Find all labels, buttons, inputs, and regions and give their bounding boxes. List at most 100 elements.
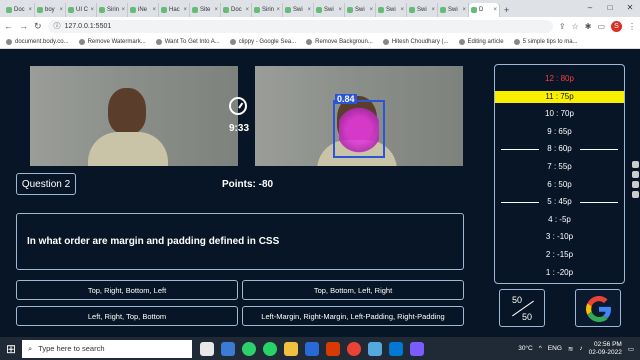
back-icon[interactable]: ← [4,21,13,31]
settings-icon[interactable] [631,191,639,198]
close-icon[interactable]: ✕ [620,0,640,17]
question-box: In what order are margin and padding def… [16,213,464,270]
option-c-button[interactable]: Left, Right, Top, Bottom [16,306,238,326]
google-lifeline-button[interactable] [575,289,621,327]
whatsapp-icon[interactable] [263,341,277,356]
star-icon[interactable]: ☆ [572,22,579,31]
browser-tab[interactable]: Doc × [221,3,252,17]
tab-close-icon[interactable]: × [152,7,156,13]
tab-close-icon[interactable]: × [28,7,32,13]
bookmark-item[interactable]: clippy - Google Sea... [229,38,297,45]
extensions-icon[interactable]: ✱ [585,22,592,31]
share-icon[interactable]: ⇪ [559,22,566,31]
bookmark-label: clippy - Google Sea... [238,38,297,45]
fifty-fifty-lifeline-button[interactable]: 50 50 [499,289,545,327]
bookmark-item[interactable]: Remove Watermark... [78,38,146,45]
taskbar-search-input[interactable]: ⌕ Type here to search [22,339,192,358]
browser-tab[interactable]: Sirin × [252,3,283,17]
menu-icon[interactable]: ⋮ [628,22,636,31]
browser-tab[interactable]: Hac × [159,3,190,17]
minimize-icon[interactable]: – [580,0,600,17]
tab-close-icon[interactable]: × [90,7,94,13]
tab-close-icon[interactable]: × [214,7,218,13]
option-a-button[interactable]: Top, Right, Bottom, Left [16,280,238,300]
option-b-button[interactable]: Top, Bottom, Left, Right [242,280,464,300]
tab-close-icon[interactable]: × [183,7,187,13]
maximize-icon[interactable]: □ [600,0,620,17]
forward-icon[interactable]: → [19,21,28,31]
tab-label: Swi [448,7,458,13]
tab-favicon-icon [347,7,353,13]
bookmark-item[interactable]: Remove Backgroun... [306,38,373,45]
bookmark-item[interactable]: Want To Get Into A... [155,38,220,45]
browser-tab[interactable]: Swi × [345,3,376,17]
option-d-button[interactable]: Left-Margin, Right-Margin, Left-Padding,… [242,306,464,326]
tab-favicon-icon [99,7,105,13]
wifi-icon[interactable]: ≋ [568,345,573,353]
bookmark-item[interactable]: document.body.co... [6,38,69,45]
tab-close-icon[interactable]: × [59,7,63,13]
profile-avatar[interactable]: S [611,20,622,32]
browser-tab[interactable]: Sirin × [97,3,128,17]
camera-app-icon[interactable] [200,341,214,356]
camera-icon[interactable] [631,171,639,178]
address-input[interactable]: ⓘ 127.0.0.1:5501 [47,19,553,33]
browser-tab[interactable]: Swi × [438,3,469,17]
clock[interactable]: 02:56 PM 02-09-2022 [589,341,622,357]
office-icon[interactable] [326,341,340,356]
app-icon[interactable] [368,341,382,356]
store-icon[interactable] [305,341,319,356]
bookmark-item[interactable]: Editing article [458,38,504,45]
print-icon[interactable] [631,181,639,188]
url-text: 127.0.0.1:5501 [64,22,112,30]
tab-close-icon[interactable]: × [307,7,311,13]
app-icon[interactable] [410,341,424,356]
tab-close-icon[interactable]: × [338,7,342,13]
browser-tab[interactable]: Site × [190,3,221,17]
tab-close-icon[interactable]: × [462,7,466,13]
tab-favicon-icon [254,7,260,13]
windows-taskbar: ⊞ ⌕ Type here to search 30°C ^ ENG ≋ ♪ 0… [0,337,640,360]
browser-tab[interactable]: D × [469,3,500,17]
task-view-icon[interactable] [221,341,235,356]
file-explorer-icon[interactable] [284,341,298,356]
chrome-icon[interactable] [347,341,361,356]
prize-rung: 3 : -10p [545,232,574,242]
browser-tab[interactable]: Swi × [407,3,438,17]
language: ENG [547,345,562,352]
windows-start-icon[interactable]: ⊞ [0,342,22,356]
camera-icon[interactable] [631,161,639,168]
volume-icon[interactable]: ♪ [579,345,582,352]
bookmark-label: Hitesh Choudhary (... [391,38,449,45]
tab-label: Swi [355,7,365,13]
search-icon: ⌕ [28,343,33,353]
tab-favicon-icon [440,7,446,13]
tab-close-icon[interactable]: × [276,7,280,13]
tab-close-icon[interactable]: × [493,7,497,13]
tab-close-icon[interactable]: × [400,7,404,13]
browser-tab[interactable]: Swi × [283,3,314,17]
tray-arrow-icon[interactable]: ^ [539,345,542,352]
reload-icon[interactable]: ↻ [34,21,42,32]
browser-tab[interactable]: boy × [35,3,66,17]
bookmark-item[interactable]: 5 simple tips to ma... [513,38,578,45]
tab-label: boy [45,7,55,13]
new-tab-icon[interactable]: + [504,3,509,17]
browser-tab[interactable]: Swi × [314,3,345,17]
browser-tab[interactable]: UI C × [66,3,97,17]
bookmark-item[interactable]: Hitesh Choudhary (... [382,38,449,45]
tab-close-icon[interactable]: × [121,7,125,13]
tab-close-icon[interactable]: × [245,7,249,13]
tab-close-icon[interactable]: × [369,7,373,13]
tab-label: Swi [324,7,334,13]
sidebar-icon[interactable]: ▭ [597,22,605,31]
browser-tab[interactable]: Swi × [376,3,407,17]
vscode-icon[interactable] [389,341,403,356]
tab-close-icon[interactable]: × [431,7,435,13]
browser-tab[interactable]: iNe × [128,3,159,17]
notifications-icon[interactable]: ▭ [628,345,634,353]
prize-rung: 8 : 60p [495,143,624,155]
edge-icon[interactable] [242,341,256,356]
browser-tab[interactable]: Doc × [4,3,35,17]
bookmark-label: document.body.co... [15,38,69,45]
